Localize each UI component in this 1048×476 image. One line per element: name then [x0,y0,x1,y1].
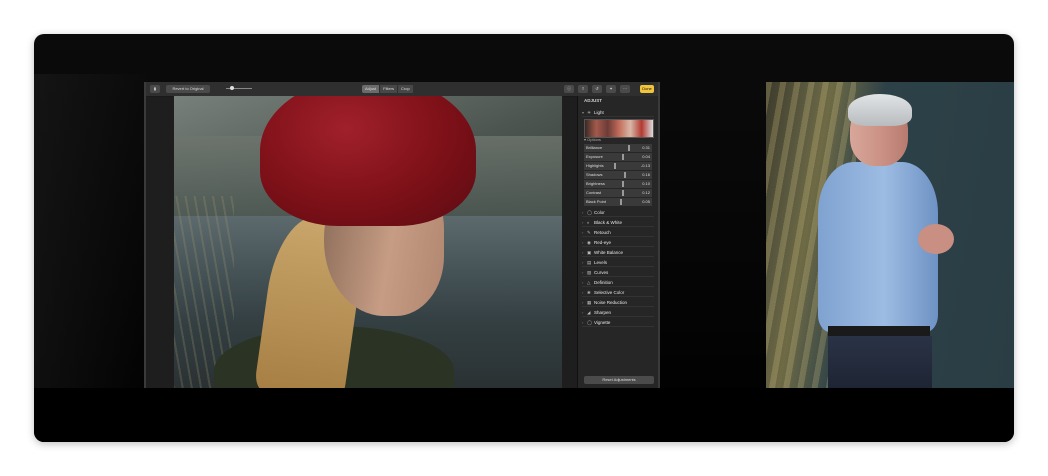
adjust-item-white-balance[interactable]: › ▣ White Balance [582,248,654,257]
adjust-item-sharpen[interactable]: › ◢ Sharpen [582,308,654,317]
slider-knob[interactable] [624,172,626,178]
disclosure-icon: › [582,270,584,275]
slider-knob[interactable] [622,190,624,196]
revert-to-original-button[interactable]: Revert to Original [166,85,210,93]
adjust-item-selective-color[interactable]: › ❀ Selective Color [582,288,654,297]
slider-knob[interactable] [620,199,622,205]
tab-crop[interactable]: Crop [398,85,414,93]
share-icon[interactable]: ⇪ [578,85,588,93]
info-icon[interactable]: ⓘ [564,85,574,93]
adjust-panel: ADJUST ▾ ☀ Light ▾ Options Brilliance 0.31 … [577,96,658,388]
adjust-item-noise-reduction[interactable]: › ▦ Noise Reduction [582,298,654,307]
light-section-header[interactable]: ▾ ☀ Light [582,108,654,117]
black-white-icon: ◐ [587,220,590,225]
adjust-item-red-eye[interactable]: › ◉ Red-eye [582,238,654,247]
disclosure-icon: › [582,230,584,235]
white-balance-icon: ▣ [587,250,592,255]
noise-icon: ▦ [587,300,592,305]
sidebar-toggle-button[interactable]: ▮ [150,85,160,93]
disclosure-icon: › [582,250,584,255]
adjust-header: ADJUST [584,98,603,103]
slider-knob[interactable] [628,145,630,151]
slider-contrast[interactable]: Contrast 0.12 [584,189,652,197]
slider-exposure[interactable]: Exposure 0.04 [584,153,652,161]
adjust-item-definition[interactable]: › △ Definition [582,278,654,287]
disclosure-icon: › [582,310,584,315]
photo-canvas[interactable] [174,96,562,388]
edit-mode-segmented-control: Adjust Filters Crop [362,85,414,93]
enhance-icon[interactable]: ✦ [606,85,616,93]
selective-color-icon: ❀ [587,290,591,295]
levels-icon: ▤ [587,260,592,265]
options-toggle[interactable]: ▾ Options [584,137,601,142]
reset-adjustments-button[interactable]: Reset Adjustments [584,376,654,384]
slider-brilliance[interactable]: Brilliance 0.31 [584,144,652,152]
disclosure-icon: › [582,260,584,265]
slider-shadows[interactable]: Shadows 0.16 [584,171,652,179]
adjust-item-retouch[interactable]: › ✎ Retouch [582,228,654,237]
slider-knob[interactable] [614,163,616,169]
zoom-slider-knob[interactable] [230,86,234,90]
disclosure-icon: › [582,210,584,215]
color-icon: ◯ [587,210,593,215]
subject-red-beanie [260,96,476,226]
disclosure-icon: › [582,300,584,305]
done-button[interactable]: Done [640,85,654,93]
bottom-band [34,388,1014,442]
extensions-icon[interactable]: ⋯ [620,85,630,93]
presenter-belt [828,326,930,336]
adjust-item-black-white[interactable]: › ◐ Black & White [582,218,654,227]
stage-glow [34,74,154,394]
disclosure-icon: › [582,240,584,245]
sharpen-icon: ◢ [587,310,591,315]
rotate-icon[interactable]: ↺ [592,85,602,93]
disclosure-open-icon: ▾ [582,110,585,115]
disclosure-icon: › [582,220,584,225]
disclosure-icon: › [582,290,584,295]
slider-highlights[interactable]: Highlights -0.13 [584,162,652,170]
disclosure-icon: › [582,280,584,285]
vignette-icon: ◯ [587,320,593,325]
presenter-hair [848,94,912,126]
adjust-item-vignette[interactable]: › ◯ Vignette [582,318,654,327]
presenter-video-feed [766,82,1014,388]
slider-knob[interactable] [622,154,624,160]
sun-icon: ☀ [587,110,592,115]
tab-adjust[interactable]: Adjust [362,85,381,93]
presenter-pants [828,336,932,388]
bandage-icon: ✎ [587,230,591,235]
adjust-item-color[interactable]: › ◯ Color [582,208,654,217]
presenter-hand [918,224,954,254]
photos-app-window: ▮ Revert to Original Adjust Filters Crop… [144,82,660,388]
adjust-item-levels[interactable]: › ▤ Levels [582,258,654,267]
slider-knob[interactable] [622,181,624,187]
presentation-frame: ▮ Revert to Original Adjust Filters Crop… [34,34,1014,442]
slider-brightness[interactable]: Brightness 0.10 [584,180,652,188]
tab-filters[interactable]: Filters [380,85,399,93]
adjust-item-curves[interactable]: › ▨ Curves [582,268,654,277]
disclosure-icon: › [582,320,584,325]
slider-black-point[interactable]: Black Point 0.05 [584,198,652,206]
toolbar: ▮ Revert to Original Adjust Filters Crop… [146,82,658,97]
light-preview-thumbnails[interactable] [584,119,654,138]
eye-icon: ◉ [587,240,591,245]
curves-icon: ▨ [587,270,592,275]
definition-icon: △ [587,280,591,285]
